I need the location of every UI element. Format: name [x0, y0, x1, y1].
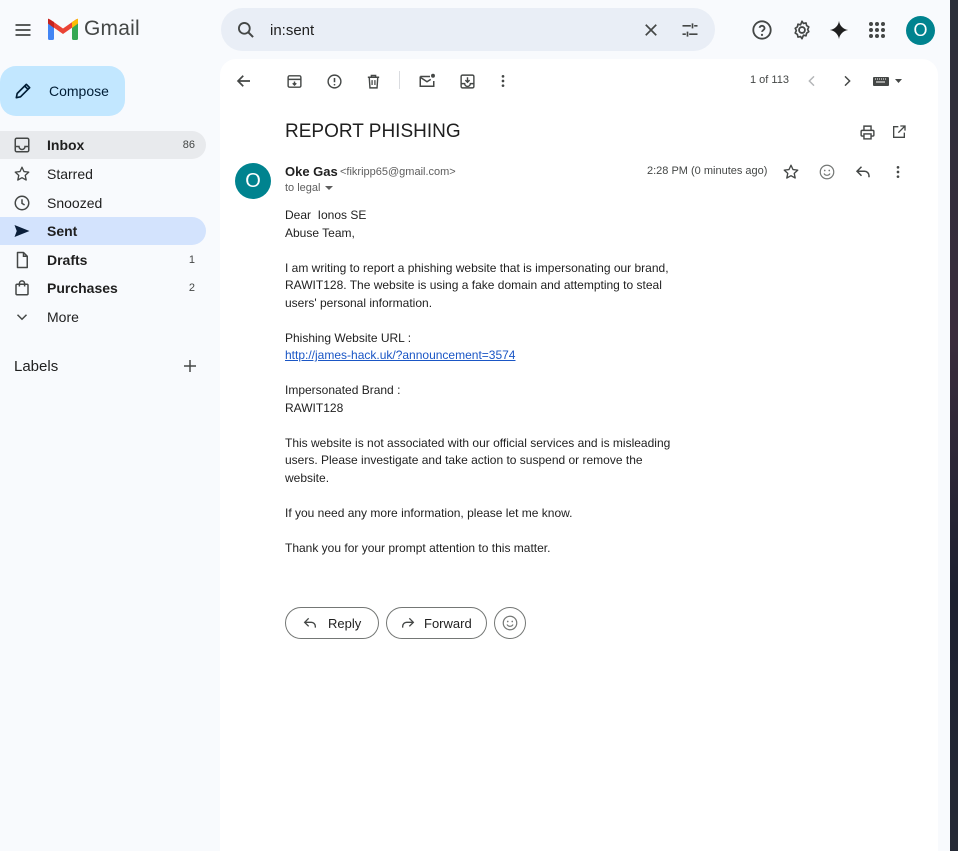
- reply-label: Reply: [328, 615, 362, 631]
- forward-icon: [402, 617, 415, 628]
- move-to-icon[interactable]: [455, 69, 479, 93]
- email-timestamp: 2:28 PM (0 minutes ago): [647, 165, 768, 177]
- sidebar-item-label: Drafts: [47, 252, 88, 268]
- greeting-line-1: Dear Ionos SE: [285, 208, 367, 222]
- body-paragraph: If you need any more information, please…: [285, 505, 573, 520]
- gmail-wordmark: Gmail: [84, 17, 140, 40]
- caret-down-icon: [325, 186, 334, 190]
- chevron-down-icon: [13, 308, 31, 326]
- greeting-line-2: Abuse Team,: [285, 225, 355, 240]
- unread-count: 86: [182, 139, 195, 151]
- gemini-sparkle-icon[interactable]: [825, 16, 853, 44]
- back-arrow-icon[interactable]: [232, 69, 256, 93]
- open-in-new-window-icon[interactable]: [887, 120, 911, 144]
- pencil-icon: [15, 83, 31, 99]
- sidebar-item-starred[interactable]: Starred: [0, 160, 206, 188]
- sidebar-item-label: Sent: [47, 223, 78, 239]
- trash-icon[interactable]: [361, 69, 385, 93]
- pagination-count: 1 of 113: [750, 74, 789, 86]
- sender-avatar[interactable]: O: [235, 163, 271, 199]
- gmail-m-icon: [48, 18, 78, 40]
- sidebar-item-label: More: [47, 309, 79, 325]
- more-vert-icon[interactable]: [886, 160, 910, 184]
- recipient-line[interactable]: to legal: [285, 182, 334, 194]
- email-body: Dear Ionos SE Abuse Team, I am writing t…: [285, 207, 685, 575]
- forward-button[interactable]: Forward: [386, 607, 487, 639]
- draft-file-icon: [13, 251, 31, 269]
- sidebar-item-label: Starred: [47, 166, 93, 182]
- plus-icon[interactable]: [178, 354, 202, 378]
- emoji-reaction-button[interactable]: [494, 607, 526, 639]
- search-input[interactable]: [270, 19, 610, 41]
- keyboard-icon[interactable]: [870, 69, 906, 93]
- archive-icon[interactable]: [282, 69, 306, 93]
- sidebar-item-label: Snoozed: [47, 195, 103, 211]
- message-panel: 1 of 113 REPORT PHISHING O Oke Gas <fikr…: [220, 59, 938, 851]
- sidebar-item-snoozed[interactable]: Snoozed: [0, 189, 206, 217]
- compose-button[interactable]: Compose: [0, 66, 125, 116]
- body-paragraph: This website is not associated with our …: [285, 435, 671, 485]
- print-icon[interactable]: [855, 120, 879, 144]
- sidebar-item-purchases[interactable]: Purchases 2: [0, 274, 206, 302]
- chevron-right-icon[interactable]: [835, 69, 859, 93]
- gmail-logo[interactable]: Gmail: [48, 17, 140, 41]
- star-icon: [13, 165, 31, 183]
- report-spam-icon[interactable]: [322, 69, 346, 93]
- labels-heading: Labels: [14, 358, 59, 375]
- sender-email: <fikripp65@gmail.com>: [340, 166, 456, 178]
- close-icon[interactable]: [637, 16, 665, 44]
- clock-icon: [13, 194, 31, 212]
- reply-icon[interactable]: [851, 160, 875, 184]
- send-icon: [13, 222, 31, 240]
- compose-label: Compose: [49, 83, 109, 99]
- shopping-bag-icon: [13, 279, 31, 297]
- sidebar-item-label: Purchases: [47, 280, 118, 296]
- main-menu-icon[interactable]: [8, 15, 38, 45]
- sidebar-item-label: Inbox: [47, 137, 85, 153]
- desktop-background-strip: [950, 0, 958, 851]
- more-vert-icon[interactable]: [491, 69, 515, 93]
- sidebar-item-sent[interactable]: Sent: [0, 217, 206, 245]
- apps-grid-icon[interactable]: [863, 16, 891, 44]
- purchases-count: 2: [188, 282, 195, 294]
- emoji-reaction-icon[interactable]: [815, 160, 839, 184]
- brand-label: Impersonated Brand :: [285, 383, 401, 397]
- star-icon[interactable]: [779, 160, 803, 184]
- reply-button[interactable]: Reply: [285, 607, 379, 639]
- chevron-left-icon[interactable]: [800, 69, 824, 93]
- reply-icon: [303, 617, 316, 628]
- help-icon[interactable]: [748, 16, 776, 44]
- gear-icon[interactable]: [788, 16, 816, 44]
- sidebar-item-more[interactable]: More: [0, 303, 206, 331]
- brand-value: RAWIT128: [285, 400, 344, 415]
- sidebar-item-inbox[interactable]: Inbox 86: [0, 131, 206, 159]
- sidebar-item-drafts[interactable]: Drafts 1: [0, 246, 206, 274]
- draft-count: 1: [188, 254, 195, 266]
- email-subject: REPORT PHISHING: [285, 121, 461, 142]
- search-icon[interactable]: [233, 17, 259, 43]
- mark-unread-icon[interactable]: [415, 69, 439, 93]
- inbox-icon: [13, 136, 31, 154]
- search-bar[interactable]: [221, 8, 715, 51]
- phishing-url-link[interactable]: http://james-hack.uk/?announcement=3574: [285, 348, 515, 362]
- search-options-icon[interactable]: [676, 16, 704, 44]
- body-paragraph: I am writing to report a phishing websit…: [285, 260, 669, 310]
- toolbar-divider: [399, 71, 400, 89]
- url-label: Phishing Website URL :: [285, 330, 412, 345]
- forward-label: Forward: [424, 615, 472, 631]
- emoji-icon: [502, 615, 518, 631]
- recipient-text: to legal: [285, 182, 321, 194]
- body-paragraph: Thank you for your prompt attention to t…: [285, 540, 551, 555]
- account-avatar[interactable]: O: [906, 16, 935, 45]
- sender-name[interactable]: Oke Gas: [285, 164, 338, 179]
